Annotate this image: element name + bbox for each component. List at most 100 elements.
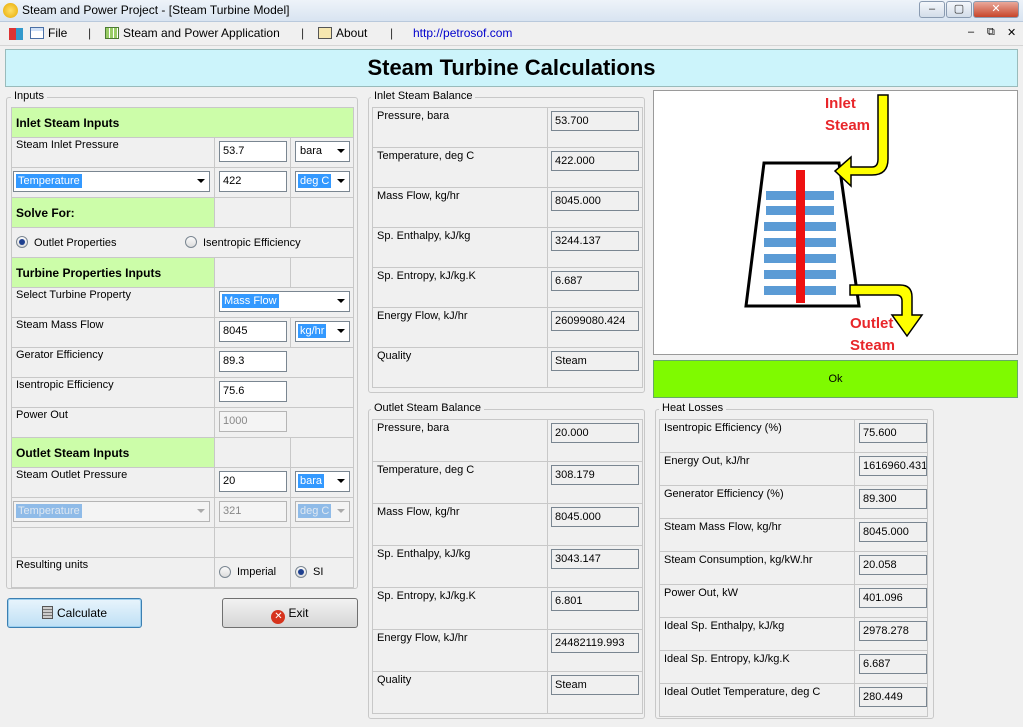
ok-button[interactable]: Ok [653,360,1018,398]
inlet-balance-label: Energy Flow, kJ/hr [377,310,468,322]
grid-cell [214,437,291,468]
exit-button[interactable]: ✕ Exit [222,598,358,628]
units-imperial-label[interactable]: Imperial [237,566,276,578]
inlet-property-unit: deg C [298,174,332,188]
chevron-down-icon [337,509,345,513]
chevron-down-icon [337,179,345,183]
units-si-radio[interactable] [295,566,307,578]
inlet-property-unit-select[interactable]: deg C [295,171,350,192]
outlet-property-input: 321 [219,501,287,522]
grid-cell [290,437,354,468]
outlet-pressure-input[interactable]: 20 [219,471,287,492]
calculator-icon [41,606,53,619]
mass-flow-input[interactable]: 8045 [219,321,287,342]
outlet-pressure-unit: bara [298,474,325,488]
outlet-pressure-label: Steam Outlet Pressure [16,469,128,481]
inlet-balance-value[interactable]: 3244.137 [551,231,639,251]
mdi-close-button[interactable]: ✕ [1007,26,1016,39]
chevron-down-icon [337,149,345,153]
outlet-balance-value[interactable]: 6.801 [551,591,639,611]
mass-flow-unit-select[interactable]: kg/hr [295,321,350,342]
outlet-balance-label: Temperature, deg C [377,464,475,476]
inlet-balance-value[interactable]: 8045.000 [551,191,639,211]
heat-losses-label: Energy Out, kJ/hr [664,455,750,467]
mdi-restore-button[interactable]: ⧉ [987,26,995,39]
heat-losses-value[interactable]: 75.600 [859,423,927,443]
turbine-property-value: Mass Flow [222,294,279,308]
units-si-label[interactable]: SI [313,566,323,578]
chevron-down-icon [197,179,205,183]
outlet-pressure-unit-select[interactable]: bara [295,471,350,492]
chevron-down-icon [337,329,345,333]
solve-isentropic-label[interactable]: Isentropic Efficiency [203,237,301,249]
outlet-balance-value[interactable]: 3043.147 [551,549,639,569]
inlet-property-input[interactable]: 422 [219,171,287,192]
menu-separator: | [88,26,92,40]
outlet-balance-value[interactable]: 24482119.993 [551,633,639,653]
inlet-property-select[interactable]: Temperature [13,171,210,192]
grid-cell [290,527,354,558]
calculate-button[interactable]: Calculate [7,598,142,628]
outlet-balance-value[interactable]: 308.179 [551,465,639,485]
mass-flow-label: Steam Mass Flow [16,319,104,331]
inlet-pressure-input[interactable]: 53.7 [219,141,287,162]
heat-losses-value[interactable]: 401.096 [859,588,927,608]
menu-file[interactable]: File [30,26,67,40]
heat-losses-label: Steam Mass Flow, kg/hr [664,521,782,533]
heat-losses-value[interactable]: 1616960.431 [859,456,927,476]
units-imperial-radio[interactable] [219,566,231,578]
turbine-property-select[interactable]: Mass Flow [219,291,350,312]
solve-isentropic-radio[interactable] [185,236,197,248]
outlet-balance-value[interactable]: 20.000 [551,423,639,443]
generator-efficiency-input[interactable]: 89.3 [219,351,287,372]
solve-outlet-label[interactable]: Outlet Properties [34,237,117,249]
power-out-label: Power Out [16,409,68,421]
inlet-balance-label: Quality [377,350,412,362]
outlet-balance-label: Sp. Enthalpy, kJ/kg [377,548,471,560]
mdi-minimize-button[interactable]: – [968,26,974,38]
outlet-label-line1: Outlet [850,315,893,332]
turbine-diagram: Inlet Steam Outlet Steam [653,90,1018,355]
app-icon[interactable] [3,3,18,18]
chevron-down-icon [337,479,345,483]
outlet-balance-label: Energy Flow, kJ/hr [377,632,468,644]
inlet-balance-value[interactable]: 6.687 [551,271,639,291]
menu-about[interactable]: About [318,26,367,40]
menu-link[interactable]: http://petrosof.com [413,26,512,40]
inlet-balance-label: Sp. Enthalpy, kJ/kg [377,230,471,242]
heat-losses-value[interactable]: 280.449 [859,687,927,707]
window-icon [30,27,44,39]
outlet-label-line2: Steam [850,337,895,354]
inlet-pressure-unit: bara [300,145,323,157]
inlet-balance-value[interactable]: Steam [551,351,639,371]
outlet-balance-value[interactable]: 8045.000 [551,507,639,527]
heat-losses-label: Power Out, kW [664,587,738,599]
inlet-balance-value[interactable]: 26099080.424 [551,311,639,331]
heat-losses-value[interactable]: 6.687 [859,654,927,674]
restore-button[interactable]: ▢ [946,1,972,18]
grid-icon [105,27,119,39]
outlet-property-unit: deg C [298,504,332,518]
outlet-property-unit-select: deg C [295,501,350,522]
grid-cell [214,527,291,558]
heat-losses-label: Steam Consumption, kg/kW.hr [664,554,813,566]
isentropic-efficiency-input[interactable]: 75.6 [219,381,287,402]
heat-losses-value[interactable]: 8045.000 [859,522,927,542]
close-button[interactable]: ✕ [973,1,1019,18]
solve-outlet-radio[interactable] [16,236,28,248]
inlet-balance-value[interactable]: 53.700 [551,111,639,131]
heat-losses-value[interactable]: 2978.278 [859,621,927,641]
outlet-balance-title: Outlet Steam Balance [371,402,485,414]
heat-losses-value[interactable]: 89.300 [859,489,927,509]
minimize-button[interactable]: – [919,1,945,18]
heat-losses-value[interactable]: 20.058 [859,555,927,575]
outlet-property-select: Temperature [13,501,210,522]
menu-steam-power-app[interactable]: Steam and Power Application [105,26,280,40]
solve-section-title: Solve For: [16,206,75,220]
mass-flow-unit: kg/hr [298,324,327,338]
mdi-child-icon[interactable] [9,28,23,40]
book-icon [318,27,332,39]
inlet-pressure-unit-select[interactable]: bara [295,141,350,162]
inlet-balance-value[interactable]: 422.000 [551,151,639,171]
outlet-balance-value[interactable]: Steam [551,675,639,695]
